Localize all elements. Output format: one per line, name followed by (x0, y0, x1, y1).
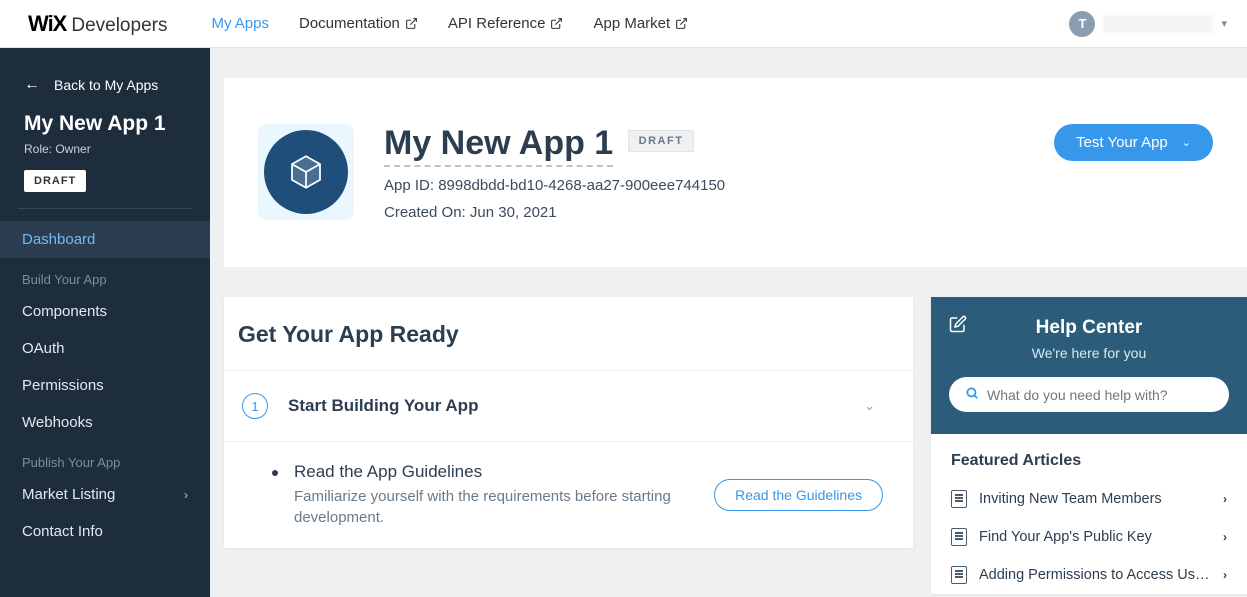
logo-wix-text: WiX (28, 11, 66, 37)
sidebar-item-label: Dashboard (22, 231, 95, 248)
sidebar-item-permissions[interactable]: Permissions (0, 367, 210, 404)
app-icon (258, 124, 354, 220)
nav-my-apps-label: My Apps (211, 15, 269, 32)
external-link-icon (675, 17, 688, 30)
chevron-down-icon: ⌄ (1182, 136, 1191, 149)
chevron-down-icon: ▾ (1221, 17, 1227, 30)
sidebar-item-label: OAuth (22, 340, 65, 357)
sidebar-role: Role: Owner (24, 142, 186, 156)
nav-app-market[interactable]: App Market (593, 15, 688, 32)
test-btn-label: Test Your App (1076, 134, 1168, 151)
chevron-down-icon: ⌄ (864, 398, 875, 414)
bullet-icon (272, 470, 278, 476)
article-row[interactable]: Adding Permissions to Access User ... › (931, 556, 1247, 594)
document-icon (951, 490, 967, 508)
avatar-initial: T (1078, 16, 1086, 31)
logo-dev-text: Developers (71, 15, 167, 37)
article-title: Find Your App's Public Key (979, 529, 1211, 545)
sidebar-item-label: Components (22, 303, 107, 320)
user-name-blurred (1103, 15, 1213, 33)
search-icon (965, 386, 979, 403)
help-center-header: Help Center We're here for you (931, 297, 1247, 434)
ready-heading: Get Your App Ready (224, 297, 913, 371)
featured-articles-heading: Featured Articles (931, 434, 1247, 480)
app-hero: My New App 1 DRAFT App ID: 8998dbdd-bd10… (224, 78, 1247, 267)
draft-badge: DRAFT (628, 130, 695, 152)
nav-documentation[interactable]: Documentation (299, 15, 418, 32)
user-menu[interactable]: T ▾ (1069, 11, 1227, 37)
sidebar-item-label: Market Listing (22, 486, 115, 503)
step-title: Start Building Your App (288, 396, 844, 416)
back-to-my-apps[interactable]: ← Back to My Apps (0, 68, 210, 112)
avatar: T (1069, 11, 1095, 37)
created-on-line: Created On: Jun 30, 2021 (384, 204, 725, 221)
sidebar-item-label: Contact Info (22, 523, 103, 540)
document-icon (951, 528, 967, 546)
read-guidelines-label: Read the Guidelines (735, 487, 862, 503)
app-title[interactable]: My New App 1 (384, 124, 613, 167)
sidebar-draft-badge: DRAFT (24, 170, 86, 192)
chevron-right-icon: › (1223, 568, 1227, 582)
article-row[interactable]: Inviting New Team Members › (931, 480, 1247, 518)
help-center-panel: Help Center We're here for you Featured … (931, 297, 1247, 594)
sidebar-item-market-listing[interactable]: Market Listing › (0, 476, 210, 513)
chevron-right-icon: › (184, 488, 188, 502)
main-content: My New App 1 DRAFT App ID: 8998dbdd-bd10… (210, 48, 1247, 597)
substep-title: Read the App Guidelines (294, 462, 698, 482)
nav-api-reference[interactable]: API Reference (448, 15, 564, 32)
nav-app-market-label: App Market (593, 15, 670, 32)
article-title: Adding Permissions to Access User ... (979, 567, 1211, 583)
sidebar-item-dashboard[interactable]: Dashboard (0, 221, 210, 258)
sidebar-app-header: My New App 1 Role: Owner DRAFT (0, 112, 210, 208)
sidebar-app-name: My New App 1 (24, 112, 186, 136)
help-search-input[interactable] (987, 387, 1213, 403)
help-search[interactable] (949, 377, 1229, 412)
arrow-left-icon: ← (24, 76, 40, 94)
sidebar: ← Back to My Apps My New App 1 Role: Own… (0, 48, 210, 597)
help-title: Help Center (949, 317, 1229, 339)
edit-icon[interactable] (949, 315, 967, 333)
nav-my-apps[interactable]: My Apps (211, 15, 269, 32)
step-start-building[interactable]: 1 Start Building Your App ⌄ (224, 371, 913, 442)
help-subtitle: We're here for you (949, 345, 1229, 361)
substep-read-guidelines: Read the App Guidelines Familiarize your… (224, 442, 913, 548)
substep-desc: Familiarize yourself with the requiremen… (294, 486, 694, 528)
sidebar-divider (18, 208, 192, 209)
sidebar-item-components[interactable]: Components (0, 293, 210, 330)
hero-text: My New App 1 DRAFT App ID: 8998dbdd-bd10… (384, 124, 725, 221)
external-link-icon (550, 17, 563, 30)
back-label: Back to My Apps (54, 77, 158, 93)
nav-api-reference-label: API Reference (448, 15, 546, 32)
step-number-badge: 1 (242, 393, 268, 419)
nav-links: My Apps Documentation API Reference App … (211, 15, 688, 32)
get-app-ready-panel: Get Your App Ready 1 Start Building Your… (224, 297, 913, 548)
read-guidelines-button[interactable]: Read the Guidelines (714, 479, 883, 511)
chevron-right-icon: › (1223, 530, 1227, 544)
document-icon (951, 566, 967, 584)
sidebar-item-oauth[interactable]: OAuth (0, 330, 210, 367)
wix-developers-logo[interactable]: WiX Developers (28, 11, 167, 37)
nav-documentation-label: Documentation (299, 15, 400, 32)
cube-icon (285, 151, 327, 193)
sidebar-item-label: Permissions (22, 377, 104, 394)
sidebar-item-label: Webhooks (22, 414, 93, 431)
sidebar-section-build: Build Your App (0, 258, 210, 293)
sidebar-section-publish: Publish Your App (0, 441, 210, 476)
sidebar-item-webhooks[interactable]: Webhooks (0, 404, 210, 441)
chevron-right-icon: › (1223, 492, 1227, 506)
test-your-app-button[interactable]: Test Your App ⌄ (1054, 124, 1213, 161)
sidebar-item-contact-info[interactable]: Contact Info (0, 513, 210, 550)
top-nav: WiX Developers My Apps Documentation API… (0, 0, 1247, 48)
article-title: Inviting New Team Members (979, 491, 1211, 507)
article-row[interactable]: Find Your App's Public Key › (931, 518, 1247, 556)
external-link-icon (405, 17, 418, 30)
app-id-line: App ID: 8998dbdd-bd10-4268-aa27-900eee74… (384, 177, 725, 194)
